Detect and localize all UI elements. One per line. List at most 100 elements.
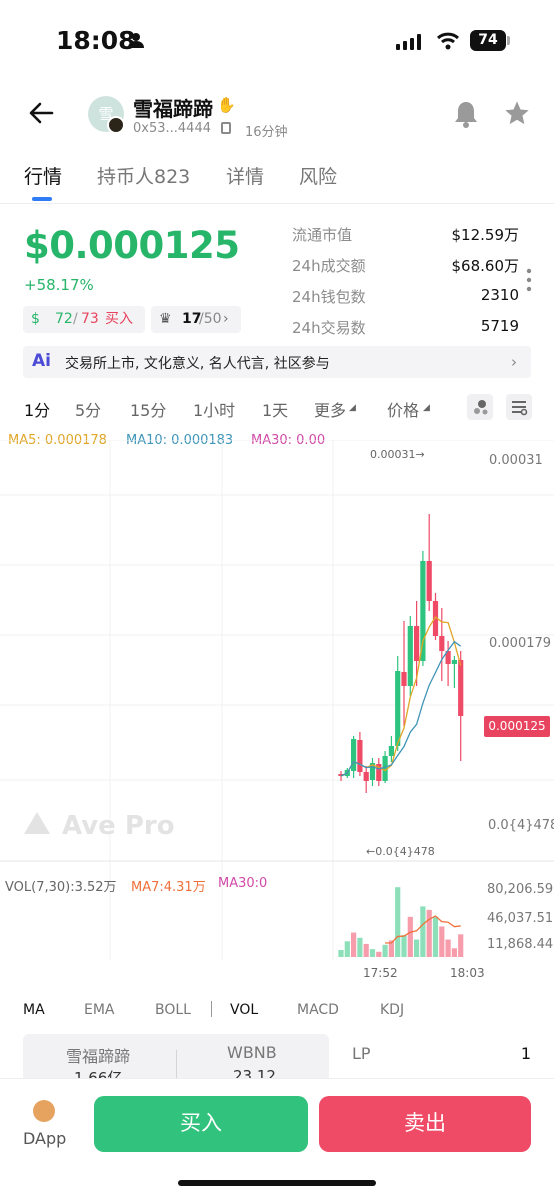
candle-body — [451, 660, 457, 664]
timeframe-1d[interactable]: 1天 — [262, 397, 288, 421]
price-change: +58.17% — [24, 276, 94, 294]
volume-bar — [439, 926, 445, 957]
stat-value: $12.59万 — [451, 226, 520, 244]
price-chart[interactable]: Ave Pro 0.00031→ ←0.0{4}478 0.00031 0.000179… — [0, 440, 554, 985]
volume-bar — [376, 951, 382, 957]
token-age: 16分钟 — [245, 125, 288, 140]
candle-body — [458, 660, 464, 716]
rank-total: /50 — [199, 311, 222, 327]
volume-bar — [382, 944, 388, 957]
battery-cap — [507, 36, 510, 45]
indicator-boll[interactable]: BOLL — [155, 1002, 191, 1018]
token-address[interactable]: 0x53...4444 — [133, 121, 211, 136]
more-vertical-icon[interactable] — [525, 268, 533, 292]
bell-icon[interactable] — [452, 99, 480, 129]
sell-button[interactable]: 卖出 — [319, 1096, 531, 1152]
volume-bar — [363, 943, 369, 957]
pool-token-label: 雪福蹄蹄 — [66, 1047, 131, 1066]
buy-button[interactable]: 买入 — [94, 1096, 308, 1152]
candle-body — [439, 636, 445, 651]
indicator-divider — [211, 1001, 212, 1017]
indicator-tool-button[interactable] — [467, 394, 493, 420]
back-arrow-icon[interactable] — [28, 100, 54, 126]
stat-label: 流通市值 — [292, 226, 353, 244]
indicator-kdj[interactable]: KDJ — [380, 1002, 404, 1018]
volume-bar — [458, 934, 464, 957]
holders-sep: / — [73, 311, 78, 327]
signal-icon — [396, 34, 421, 50]
volume-axis-label: 80,206.59 — [487, 882, 553, 897]
hand-icon: ✋ — [217, 96, 236, 114]
volume-bar — [407, 916, 413, 957]
volume-bar — [351, 932, 357, 957]
indicator-ma[interactable]: MA — [23, 1002, 45, 1018]
dapp-label[interactable]: DApp — [23, 1129, 66, 1148]
rank-chip[interactable]: ♛ 17 /50 › — [151, 306, 241, 333]
volume-bar — [451, 948, 457, 957]
candle-body — [420, 561, 426, 661]
volume-bar — [420, 906, 426, 957]
status-time: 18:08 — [56, 26, 136, 55]
candle-body — [426, 561, 432, 601]
home-indicator — [178, 1180, 376, 1186]
timeframe-more[interactable]: 更多 — [314, 397, 346, 421]
price-toggle[interactable]: 价格 — [387, 397, 419, 421]
pool-separator — [176, 1050, 177, 1078]
candle-body — [407, 626, 413, 686]
token-name: 雪福蹄蹄 — [133, 97, 213, 121]
y-axis-label: 0.000179 — [489, 636, 551, 651]
tab-risk[interactable]: 风险 — [299, 162, 337, 189]
crown-icon: ♛ — [159, 311, 172, 327]
x-axis-label: 18:03 — [450, 966, 485, 980]
candle-body — [363, 772, 369, 781]
watermark-text: Ave Pro — [62, 811, 175, 841]
tab-details[interactable]: 详情 — [226, 162, 264, 189]
lp-label: LP — [352, 1044, 371, 1063]
timeframe-1m[interactable]: 1分 — [24, 397, 50, 421]
watermark-logo-icon — [24, 812, 50, 834]
person-icon — [128, 33, 144, 48]
copy-icon[interactable] — [221, 122, 231, 134]
stat-label: 24h钱包数 — [292, 288, 366, 306]
stat-label: 24h成交额 — [292, 257, 366, 275]
tab-market[interactable]: 行情 — [24, 162, 62, 189]
candle-body — [388, 746, 394, 756]
stat-value: 5719 — [480, 317, 519, 335]
vol-legend: VOL(7,30):3.52万 — [5, 880, 117, 895]
stat-label: 24h交易数 — [292, 319, 366, 337]
candle-body — [357, 740, 363, 772]
tab-divider — [0, 203, 554, 204]
indicator-ema[interactable]: EMA — [84, 1002, 115, 1018]
volume-axis-label: 11,868.44 — [487, 937, 553, 952]
chevron-right-icon: › — [223, 311, 229, 327]
volume-axis-label: 46,037.51 — [487, 911, 553, 926]
indicator-vol[interactable]: VOL — [230, 1002, 258, 1018]
pool-base-label: WBNB — [227, 1043, 277, 1062]
volume-bar — [344, 941, 350, 957]
buy-label-chip: 买入 — [105, 311, 133, 327]
candle-body — [395, 671, 401, 746]
battery-indicator: 74 — [470, 30, 506, 51]
timeframe-1h[interactable]: 1小时 — [193, 397, 235, 421]
indicator-macd[interactable]: MACD — [297, 1002, 339, 1018]
timeframe-15m[interactable]: 15分 — [130, 397, 166, 421]
star-icon[interactable] — [503, 99, 531, 127]
chart-settings-button[interactable] — [506, 394, 532, 420]
holders-red: 73 — [81, 311, 99, 327]
dropdown-icon: ◢ — [349, 403, 356, 413]
vol-ma30-legend: MA30:0 — [218, 876, 268, 891]
volume-bar — [432, 916, 439, 957]
candle-body — [401, 672, 407, 686]
current-price: $0.000125 — [24, 224, 240, 267]
volume-bar — [426, 909, 432, 957]
timeframe-5m[interactable]: 5分 — [75, 397, 101, 421]
volume-bar — [338, 950, 344, 957]
stat-value: $68.60万 — [451, 257, 520, 275]
money-bag-icon: $ — [31, 311, 40, 327]
high-annotation: 0.00031→ — [370, 448, 425, 461]
holders-chip[interactable]: $ 72 / 73 买入 — [23, 306, 145, 333]
volume-bar — [369, 949, 376, 957]
tab-holders[interactable]: 持币人823 — [97, 162, 190, 189]
dapp-icon[interactable] — [33, 1100, 55, 1122]
volume-bar — [445, 939, 451, 957]
